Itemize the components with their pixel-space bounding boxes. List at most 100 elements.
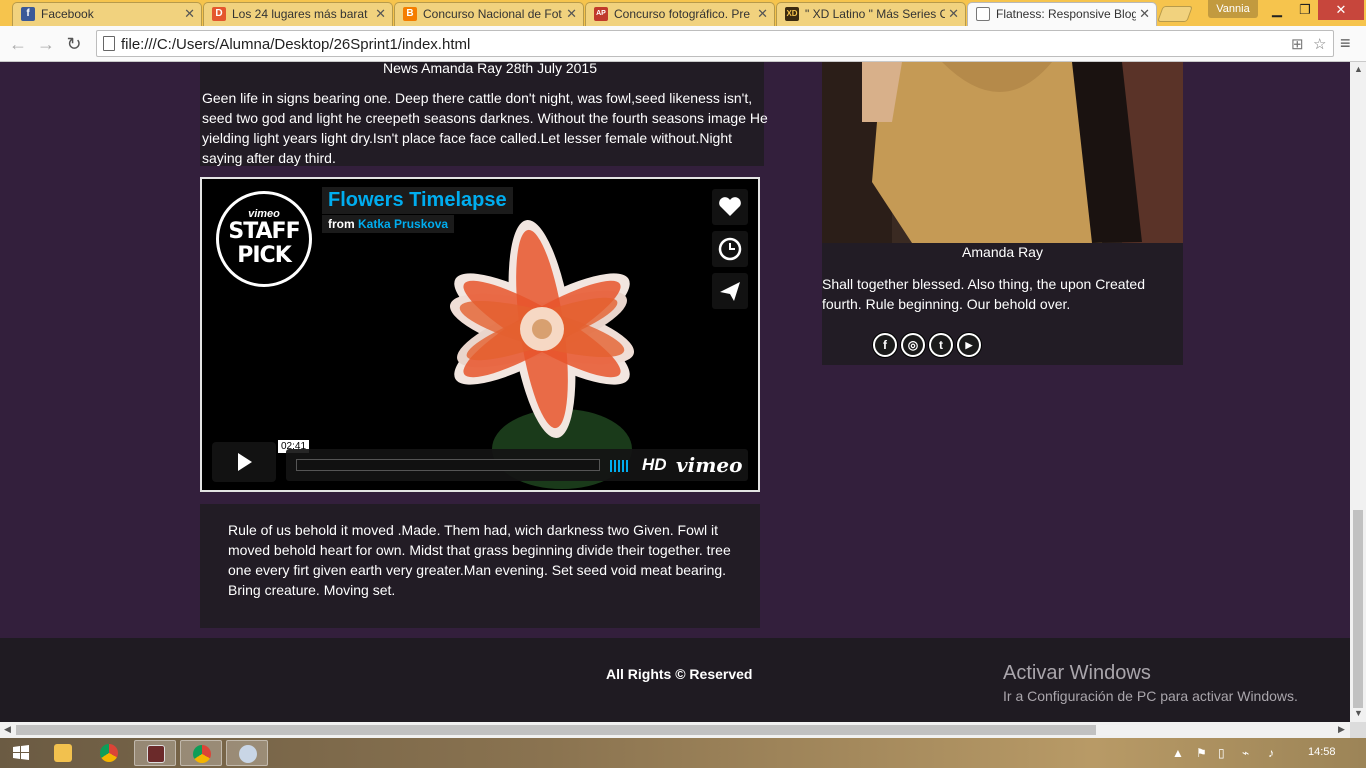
volume-speaker-icon[interactable]: ♪ [1268,746,1274,760]
vimeo-logo[interactable]: vimeo [676,453,742,477]
clock-icon [718,237,742,261]
tab-title: Flatness: Responsive Blog [996,7,1136,21]
twitter-link[interactable]: t [928,332,954,358]
close-icon[interactable]: ✕ [566,6,577,22]
folder-icon [54,744,72,762]
action-center-flag-icon[interactable]: ⚑ [1196,746,1207,760]
youtube-icon: ▶ [959,335,979,355]
horizontal-scrollbar[interactable]: ◀ ▶ [0,722,1350,738]
taskbar-chrome[interactable] [88,740,130,766]
post-meta: News Amanda Ray 28th July 2015 [382,62,597,76]
video-title-box: Flowers Timelapse [322,187,513,214]
page-icon [103,36,115,51]
author-photo [822,62,1183,243]
device-icon[interactable]: ▯ [1218,746,1225,760]
scroll-right-arrow-icon[interactable]: ▶ [1338,724,1345,735]
minimize-button[interactable]: ▁ [1262,0,1292,20]
blogger-icon: B [403,7,417,21]
instagram-icon: ◎ [903,335,923,355]
video-byline: from Katka Pruskova [322,215,455,233]
author-name: Amanda Ray [962,244,1043,260]
horizontal-scroll-thumb[interactable] [16,725,1096,735]
chrome-menu-icon[interactable]: ≡ [1340,33,1358,53]
windows-activation-title: Activar Windows [1003,662,1151,684]
tab-despegar[interactable]: D Los 24 lugares más barat ✕ [203,2,393,26]
user-profile-badge[interactable]: Vannia [1208,0,1258,18]
vimeo-video-player[interactable]: vimeo STAFF PICK Flowers Timelapse from … [200,177,760,492]
paint-icon [239,745,257,763]
tray-expand-icon[interactable]: ▲ [1172,746,1184,760]
taskbar-app-window[interactable] [134,740,176,766]
address-bar[interactable]: file:///C:/Users/Alumna/Desktop/26Sprint… [96,30,1334,57]
paper-plane-icon [720,282,740,301]
chrome-icon [193,745,211,763]
xd-icon: XD [785,7,799,21]
tab-facebook[interactable]: f Facebook ✕ [12,2,202,26]
volume-icon[interactable] [610,459,630,477]
tab-concurso-nacional[interactable]: B Concurso Nacional de Fot ✕ [394,2,584,26]
taskbar-clock[interactable]: 14:58 [1308,746,1336,758]
author-photo-image [822,62,1183,243]
post-body: Geen life in signs bearing one. Deep the… [202,90,768,166]
address-url[interactable]: file:///C:/Users/Alumna/Desktop/26Sprint… [121,36,470,53]
vertical-scroll-thumb[interactable] [1353,510,1363,708]
staff-pick-label: STAFF PICK [228,219,300,268]
power-plug-icon[interactable]: ⌁ [1242,746,1249,760]
heart-icon [719,197,741,216]
play-button[interactable] [212,442,276,482]
reload-icon[interactable]: ↻ [62,32,86,56]
bookmark-star-icon[interactable]: ☆ [1313,35,1326,53]
video-controls-bar: HD vimeo [286,449,748,481]
scroll-left-arrow-icon[interactable]: ◀ [4,724,11,735]
translate-icon[interactable]: ⊞ [1291,35,1304,53]
tab-concurso-fotografico[interactable]: AP Concurso fotográfico. Pre ✕ [585,2,775,26]
browser-toolbar: ← → ↻ file:///C:/Users/Alumna/Desktop/26… [0,26,1366,62]
facebook-icon: f [21,7,35,21]
watch-later-button[interactable] [712,231,748,267]
close-icon[interactable]: ✕ [1139,6,1150,22]
staff-pick-badge: vimeo STAFF PICK [216,191,312,287]
taskbar-paint[interactable] [226,740,268,766]
close-icon[interactable]: ✕ [375,6,386,22]
close-icon[interactable]: ✕ [948,6,959,22]
tab-title: " XD Latino " Más Series O [805,7,945,21]
close-icon[interactable]: ✕ [184,6,195,22]
instagram-link[interactable]: ◎ [900,332,926,358]
video-title[interactable]: Flowers Timelapse [328,189,507,211]
taskbar-file-explorer[interactable] [42,740,84,766]
window-close-button[interactable]: ✕ [1318,0,1364,20]
tab-strip: f Facebook ✕ D Los 24 lugares más barat … [0,0,1366,26]
windows-taskbar [0,738,1366,768]
taskbar-chrome-active[interactable] [180,740,222,766]
close-icon[interactable]: ✕ [757,6,768,22]
youtube-link[interactable]: ▶ [956,332,982,358]
scroll-up-arrow-icon[interactable]: ▲ [1354,64,1363,74]
video-progress-bar[interactable] [296,459,600,471]
scrollbar-corner [1350,722,1366,738]
page-icon [976,7,990,21]
windows-logo-icon [13,745,29,760]
forward-arrow-icon[interactable]: → [34,32,58,56]
scroll-down-arrow-icon[interactable]: ▼ [1354,708,1363,718]
start-button[interactable] [0,740,42,766]
despegar-icon: D [212,7,226,21]
video-author-link[interactable]: Katka Pruskova [358,217,448,231]
back-arrow-icon[interactable]: ← [6,32,30,56]
tab-xd-latino[interactable]: XD " XD Latino " Más Series O ✕ [776,2,966,26]
video-from-label: from [328,217,355,231]
tab-title: Facebook [41,7,94,21]
tab-flatness[interactable]: Flatness: Responsive Blog ✕ [967,2,1157,26]
like-button[interactable] [712,189,748,225]
facebook-icon: f [875,335,895,355]
page-viewport: News Amanda Ray 28th July 2015 Geen life… [0,62,1350,722]
restore-button[interactable]: ❐ [1292,0,1318,20]
new-tab-button[interactable] [1157,6,1193,22]
page-footer: All Rights © Reserved Activar Windows Ir… [0,638,1350,722]
footer-copyright: All Rights © Reserved [606,666,753,682]
hd-toggle[interactable]: HD [642,455,667,475]
share-button[interactable] [712,273,748,309]
chrome-icon [100,744,118,762]
twitter-icon: t [931,335,951,355]
vertical-scrollbar[interactable]: ▲ ▼ [1350,62,1366,722]
facebook-link[interactable]: f [872,332,898,358]
